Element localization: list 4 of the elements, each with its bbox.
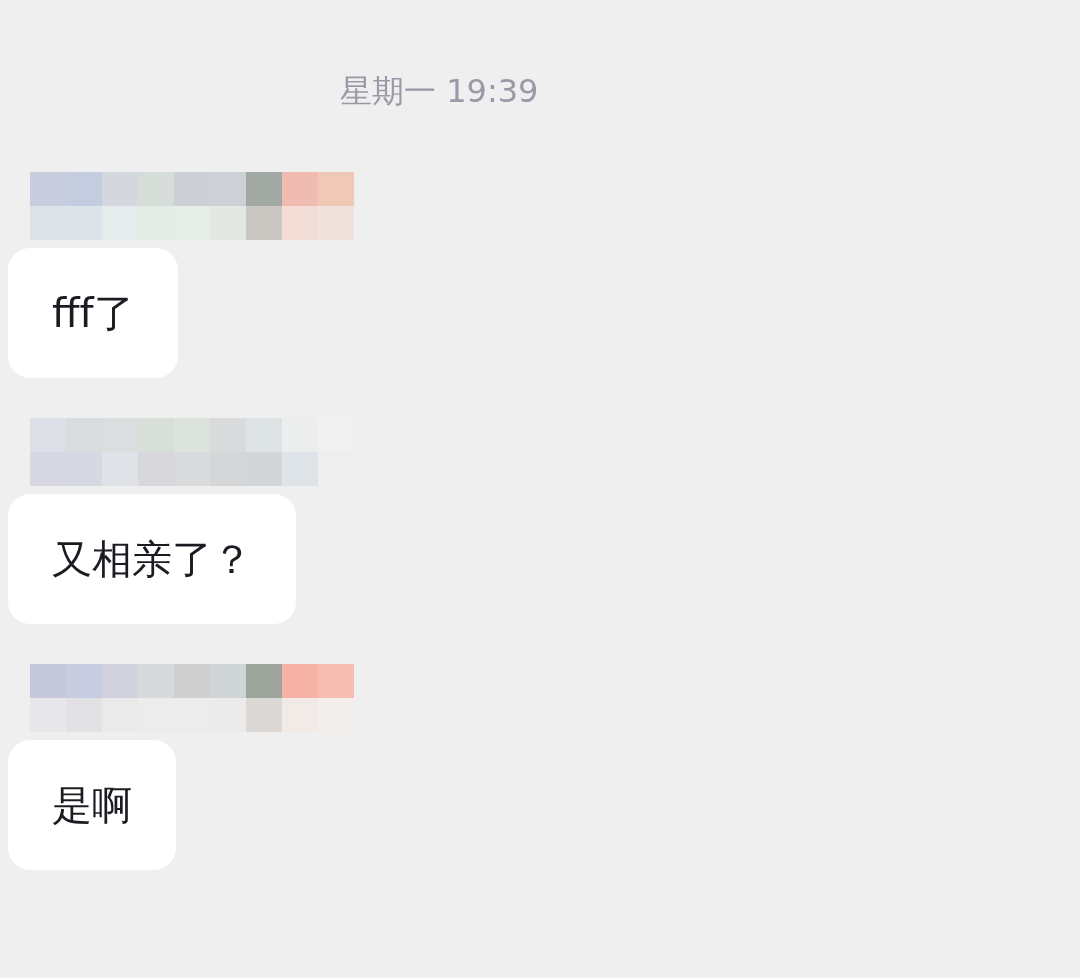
message-bubble: 是啊	[8, 740, 176, 870]
message-bubble: 又相亲了？	[8, 494, 296, 624]
message-bubble: fff了	[8, 248, 178, 378]
timestamp: 星期一 19:39	[340, 72, 539, 110]
